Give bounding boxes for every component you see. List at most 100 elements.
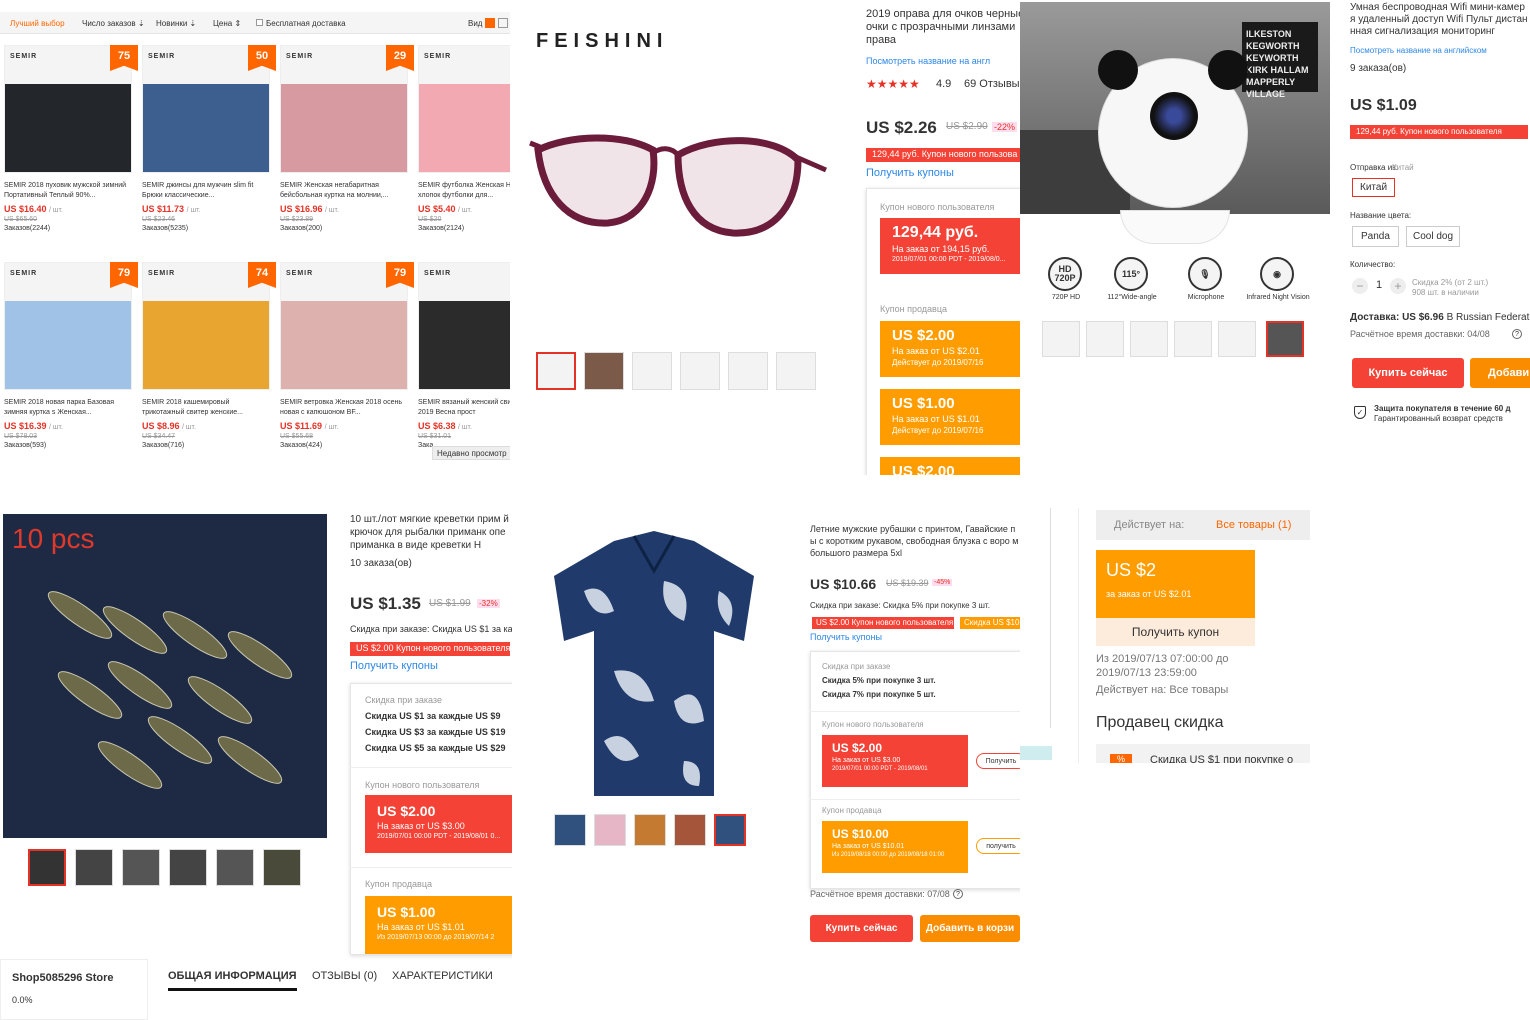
tab-overview[interactable]: ОБЩАЯ ИНФОРМАЦИЯ	[168, 970, 297, 991]
thumb-5[interactable]	[1218, 321, 1256, 357]
buy-now-button[interactable]: Купить сейчас	[1352, 358, 1464, 388]
unit: / шт.	[324, 424, 339, 431]
seller-coupon-card[interactable]: US $10.00 На заказ от US $10.01 Из 2019/…	[822, 821, 968, 873]
seller-coupon-card-2[interactable]: US $1.00 На заказ от US $1.01 Действует …	[880, 389, 1020, 445]
ship-from-option-china[interactable]: Китай	[1352, 178, 1396, 197]
product-title[interactable]: SEMIR футболка Женская Ho 100% хлопок фу…	[418, 181, 510, 201]
free-shipping-checkbox[interactable]	[256, 19, 263, 26]
recently-viewed-tab[interactable]: Недавно просмотр	[432, 446, 510, 460]
tier-2: Скидка US $3 за каждые US $19	[365, 727, 506, 737]
seller-coupon-card-3[interactable]: US $2.00	[880, 457, 1020, 475]
thumb-2[interactable]	[594, 814, 626, 846]
thumb-2[interactable]	[75, 849, 113, 886]
get-coupon-button[interactable]: Получить купон	[1096, 618, 1255, 646]
get-coupon-button[interactable]: Получить	[976, 753, 1020, 769]
product-title[interactable]: SEMIR джинсы для мужчин slim fit Брюки к…	[142, 181, 270, 201]
add-to-cart-button[interactable]: Добавить в корзи	[920, 915, 1020, 942]
thumb-1[interactable]	[536, 352, 576, 390]
see-english-title-link[interactable]: Посмотреть название на англ	[866, 56, 990, 66]
thumb-3[interactable]	[122, 849, 160, 886]
product-title[interactable]: SEMIR 2018 кашемировый трикотажный свите…	[142, 398, 270, 418]
thumb-6[interactable]	[263, 849, 301, 886]
thumb-1[interactable]	[28, 849, 66, 886]
thumb-6[interactable]	[1266, 321, 1304, 357]
thumb-1[interactable]	[1042, 321, 1080, 357]
product-title[interactable]: SEMIR ветровка Женская 2018 осень новая …	[280, 398, 408, 418]
thumb-5[interactable]	[728, 352, 768, 390]
divider	[810, 711, 1020, 712]
list-view-icon[interactable]	[498, 18, 508, 28]
thumb-5[interactable]	[216, 849, 254, 886]
seller-coupon-card[interactable]: US $1.00 На заказ от US $1.01 Из 2019/07…	[365, 896, 512, 954]
product-title[interactable]: SEMIR 2018 новая парка Базовая зимняя ку…	[4, 398, 132, 418]
info-icon[interactable]: ?	[953, 889, 963, 899]
store-coupon-card[interactable]: US $2 за заказ от US $2.01	[1096, 550, 1255, 618]
product-card[interactable]: SEMIR 29 SEMIR Женская негабаритная бейс…	[280, 45, 414, 255]
product-image[interactable]	[418, 262, 510, 390]
thumb-4[interactable]	[680, 352, 720, 390]
thumb-6[interactable]	[776, 352, 816, 390]
get-coupons-link[interactable]: Получить купоны	[866, 167, 954, 179]
quantity-value[interactable]: 1	[1376, 279, 1382, 291]
new-user-coupon-card[interactable]: US $2.00 На заказ от US $3.00 2019/07/01…	[365, 795, 512, 853]
valid-on-link[interactable]: Все товары (1)	[1216, 519, 1291, 531]
tab-reviews[interactable]: ОТЗЫВЫ (0)	[312, 970, 377, 982]
seller-discount-bar[interactable]: Скидка US $10.0	[960, 617, 1020, 629]
thumb-5[interactable]	[714, 814, 746, 846]
add-to-cart-button[interactable]: Добави	[1470, 358, 1530, 388]
product-image[interactable]	[418, 45, 510, 173]
quantity-minus-button[interactable]: −	[1352, 278, 1368, 294]
get-coupon-button[interactable]: получить	[976, 838, 1020, 854]
ship-from-value: Китай	[1392, 163, 1414, 172]
new-user-coupon-bar[interactable]: 129,44 руб. Купон нового пользователя	[1350, 125, 1528, 139]
product-title[interactable]: SEMIR Женская негабаритная бейсбольная к…	[280, 181, 408, 201]
panel-edge	[1078, 508, 1079, 763]
shirt-image	[554, 531, 754, 796]
get-coupons-link[interactable]: Получить купоны	[810, 632, 882, 642]
info-icon[interactable]: ?	[1512, 329, 1522, 339]
thumb-4[interactable]	[674, 814, 706, 846]
sort-tab-price[interactable]: Цена ⇕	[213, 19, 241, 28]
reviews-count[interactable]: 69 Отзывы	[964, 78, 1020, 90]
grid-view-icon[interactable]	[485, 18, 495, 28]
product-card[interactable]: SEMIR 50 SEMIR джинсы для мужчин slim fi…	[142, 45, 276, 255]
product-card[interactable]: SEMIR SEMIR футболка Женская Ho 100% хло…	[418, 45, 510, 255]
thumb-4[interactable]	[1174, 321, 1212, 357]
color-option-cool-dog[interactable]: Cool dog	[1406, 226, 1461, 247]
thumb-2[interactable]	[584, 352, 624, 390]
quantity-plus-button[interactable]: +	[1390, 278, 1406, 294]
product-title[interactable]: SEMIR вязаный женский сви кардиган 2019 …	[418, 398, 510, 418]
order-discount-line[interactable]: Скидка при заказе: Скидка 5% при покупке…	[810, 601, 990, 610]
buy-now-button[interactable]: Купить сейчас	[810, 915, 913, 942]
product-title[interactable]: SEMIR 2018 пуховик мужской зимний Портат…	[4, 181, 132, 201]
new-user-coupon-bar[interactable]: 129,44 руб. Купон нового пользова	[866, 148, 1020, 162]
coupon-min: На заказ от US $2.01	[892, 346, 980, 356]
product-card[interactable]: SEMIR SEMIR вязаный женский сви кардиган…	[418, 262, 510, 460]
delivery-destination[interactable]: В Russian Federati	[1447, 312, 1530, 323]
store-name[interactable]: Shop5085296 Store	[12, 972, 114, 984]
thumb-3[interactable]	[634, 814, 666, 846]
thumb-1[interactable]	[554, 814, 586, 846]
new-user-coupon-card[interactable]: 129,44 руб. На заказ от 194,15 руб. 2019…	[880, 218, 1020, 274]
product-card[interactable]: SEMIR 79 SEMIR 2018 новая парка Базовая …	[4, 262, 138, 460]
product-card[interactable]: SEMIR 79 SEMIR ветровка Женская 2018 осе…	[280, 262, 414, 460]
price: US $6.38	[418, 421, 456, 431]
see-english-title-link[interactable]: Посмотреть название на английском	[1350, 46, 1487, 55]
sort-tab-orders[interactable]: Число заказов ⇣	[82, 19, 145, 28]
seller-coupon-card-1[interactable]: US $2.00 На заказ от US $2.01 Действует …	[880, 321, 1020, 377]
get-coupons-link[interactable]: Получить купоны	[350, 660, 438, 672]
product-card[interactable]: SEMIR 75 SEMIR 2018 пуховик мужской зимн…	[4, 45, 138, 255]
product-card[interactable]: SEMIR 74 SEMIR 2018 кашемировый трикотаж…	[142, 262, 276, 460]
new-user-coupon-bar[interactable]: US $2.00 Купон нового пользователя	[812, 617, 954, 629]
new-user-coupon-bar[interactable]: US $2.00 Купон нового пользователя	[350, 642, 510, 656]
new-user-coupon-card[interactable]: US $2.00 На заказ от US $3.00 2019/07/01…	[822, 735, 968, 787]
discount-badge-icon: %	[1110, 754, 1132, 763]
thumb-2[interactable]	[1086, 321, 1124, 357]
sort-tab-new[interactable]: Новинки ⇣	[156, 19, 196, 28]
thumb-3[interactable]	[1130, 321, 1168, 357]
thumb-3[interactable]	[632, 352, 672, 390]
color-option-panda[interactable]: Panda	[1352, 226, 1399, 247]
thumb-4[interactable]	[169, 849, 207, 886]
tab-specs[interactable]: ХАРАКТЕРИСТИКИ	[392, 970, 493, 982]
sort-tab-best[interactable]: Лучший выбор	[10, 19, 65, 28]
